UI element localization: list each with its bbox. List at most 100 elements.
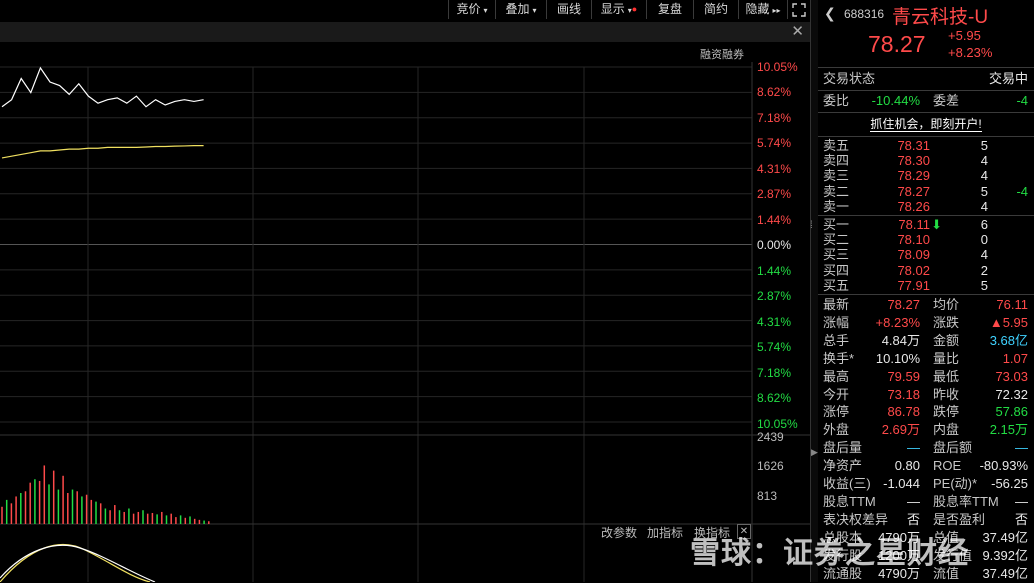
ask-volume: 4 [980,153,988,169]
close-icon[interactable]: ✕ [791,22,804,42]
auction-menu-button[interactable]: 竞价 ▾ [448,0,495,19]
bid-price: 78.02 [897,262,930,278]
draw-line-label: 画线 [556,2,581,16]
overlay-label: 叠加 [505,2,530,16]
stat-label: 跌停 [933,404,960,420]
bid-row[interactable]: 买二 78.10 0 [823,232,1028,247]
stat-value: 86.78 [887,404,920,420]
ask-price: 78.31 [897,138,930,153]
ask-row[interactable]: 卖三 78.29 4 [823,168,1028,183]
pct-label: 1.44% [757,213,792,227]
replay-button[interactable]: 复盘 [646,0,693,19]
divider [818,215,1034,216]
stat-value: 否 [1014,511,1028,527]
bid-price: 78.10 [897,232,930,248]
stat-label: 金额 [933,332,960,348]
hide-button[interactable]: 隐藏 ▸▸ [738,0,787,19]
stat-label: 盘后量 [823,440,863,456]
bid-row[interactable]: 买三 78.09 4 [823,247,1028,262]
stat-value: 2.15万 [989,422,1028,438]
open-account-banner[interactable]: 抓住机会，即刻开户! [818,113,1034,135]
bid-row[interactable]: 买五 77.91 5 [823,278,1028,293]
divider [818,294,1034,295]
stat-label: 昨收 [933,386,960,402]
volume-label: 1626 [757,459,784,473]
grip-icon: ⁞ [810,220,813,231]
stat-value: 4.84万 [881,332,920,348]
indicator-lines [0,543,156,582]
stat-label: 收益(三) [823,476,871,491]
stat-label: ROE [933,458,962,474]
bid-row[interactable]: 买四 78.02 2 [823,263,1028,278]
bid-row[interactable]: 买一 78.11 ⬇ 6 [823,217,1028,232]
edit-params-button[interactable]: 改参数 [601,524,637,541]
stats-row: 净资产 0.80 ROE -80.93% [823,457,1028,475]
ask-row[interactable]: 卖二 78.27 5 -4 [823,184,1028,199]
double-chevron-right-icon: ▸▸ [772,6,781,15]
ask-row[interactable]: 卖一 78.26 4 [823,199,1028,214]
pct-zero-label: 0.00% [757,238,792,252]
watermark: 雪球：证券之星财经 [690,537,969,570]
stat-value: 79.59 [887,368,920,384]
stat-value: — [907,493,920,509]
stat-label: 涨跌 [933,314,960,330]
back-chevron-icon[interactable]: ❮ [824,5,836,22]
display-menu-button[interactable]: 显示 ▾● [591,0,646,19]
stat-label: 最新 [823,297,850,312]
bid-volume: 2 [980,262,988,278]
ask-level-label: 卖一 [823,198,850,214]
price-change: +5.95 [948,28,981,43]
order-ratio-row: 委比 -10.44% 委差 -4 [823,92,1028,110]
divider [818,90,1034,91]
display-label: 显示 [600,2,625,16]
bid-volume: 5 [980,277,988,293]
stats-row: 涨幅 +8.23% 涨跌 ▲5.95 [823,314,1028,332]
simple-mode-button[interactable]: 简约 [693,0,738,19]
expand-icon[interactable] [787,0,810,19]
stats-row: 总手 4.84万 金额 3.68亿 [823,332,1028,350]
chart-toolbar: 竞价 ▾ 叠加 ▾ 画线 显示 ▾● 复盘 简约 隐藏 ▸▸ [0,0,810,20]
stat-value: 57.86 [995,404,1028,420]
ask-change: -4 [1016,183,1028,199]
stat-label: 股息率TTM [933,493,999,509]
ask-row[interactable]: 卖五 78.31 5 [823,138,1028,153]
add-indicator-button[interactable]: 加指标 [647,524,683,541]
stat-label: 总手 [823,332,850,348]
stat-value: 72.32 [995,386,1028,402]
stock-code: 688316 [844,7,885,21]
chevron-right-icon[interactable]: ▶ [811,447,818,458]
overlay-menu-button[interactable]: 叠加 ▾ [495,0,546,19]
indicator-line [0,544,156,582]
average-price-line [1,144,204,159]
pct-label: 5.74% [757,136,792,150]
ask-row[interactable]: 卖四 78.30 4 [823,153,1028,168]
stat-label: 股息TTM [823,493,876,509]
bid-price: 78.11 [898,217,930,232]
hide-label: 隐藏 [745,2,770,16]
stat-label: 内盘 [933,422,960,438]
ask-price: 78.27 [897,183,930,199]
bid-level-label: 买四 [823,262,850,278]
trade-status-value: 交易中 [988,71,1028,86]
bid-level-label: 买五 [823,277,850,293]
stats-row: 表决权差异 否 是否盈利 否 [823,511,1028,529]
bid-level-label: 买一 [823,217,850,232]
draw-line-button[interactable]: 画线 [546,0,591,19]
pct-label: 7.18% [757,111,792,125]
stat-label: 量比 [933,350,960,366]
stock-name: 青云科技-U [892,7,989,28]
stat-value: 1.07 [1002,350,1028,366]
stat-value: 0.80 [894,458,920,474]
stats-row: 盘后量 — 盘后额 — [823,439,1028,457]
stat-value: +8.23% [875,314,920,330]
stat-label: 表决权差异 [823,511,889,527]
stat-label: 外盘 [823,422,850,438]
stat-label: 换手* [823,350,855,366]
bid-volume: 0 [980,232,988,248]
order-diff-label: 委差 [933,93,960,108]
chart-header-bar: ✕ [0,22,810,42]
ask-price: 78.30 [897,153,930,169]
last-price: 78.27 [868,31,926,57]
stat-value: 2.69万 [881,422,920,438]
intraday-chart[interactable] [0,42,810,582]
